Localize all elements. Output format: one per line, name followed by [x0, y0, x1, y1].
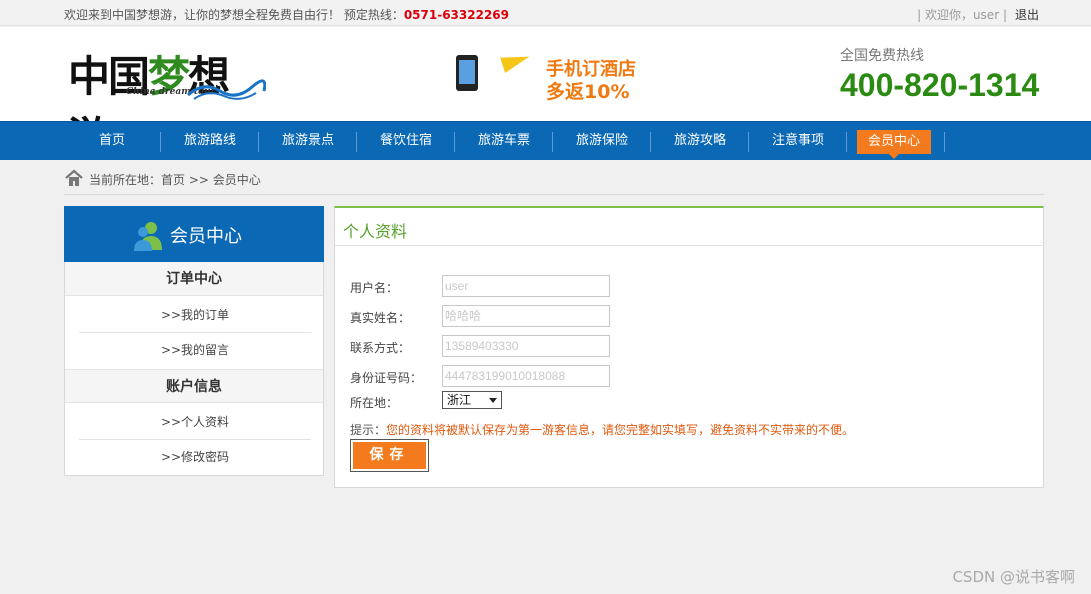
location-select[interactable]: 浙江	[442, 391, 502, 409]
mobile-hotel-promo[interactable]: 手机订酒店 多返10%	[444, 49, 654, 103]
profile-panel: 个人资料 用户名： user 真实姓名： 哈哈哈 联系方式： 135894033…	[334, 206, 1044, 488]
idnumber-label: 身份证号码：	[350, 371, 423, 385]
nav-item-home[interactable]: 首页	[63, 122, 161, 161]
username-label: 用户名：	[350, 281, 399, 295]
realname-label: 真实姓名：	[350, 311, 411, 325]
nav-item-notices[interactable]: 注意事项	[749, 122, 847, 161]
save-button[interactable]: 保存	[350, 439, 429, 472]
sidebar-item-my-orders[interactable]: >>我的订单	[79, 298, 311, 333]
home-icon	[65, 169, 83, 186]
sidebar-section-orders: 订单中心	[65, 262, 323, 296]
welcome-text: 欢迎来到中国梦想游，让你的梦想全程免费自由行！ 预定热线：0571-633222…	[64, 6, 509, 23]
booking-phone: 0571-63322269	[403, 8, 510, 22]
divider	[64, 194, 1044, 195]
tip-text: 您的资料将被默认保存为第一游客信息，请您完整如实填写，避免资料不实带来的不便。	[386, 423, 855, 437]
contact-input[interactable]: 13589403330	[442, 335, 610, 357]
hotline-number: 400-820-1314	[840, 67, 1040, 103]
nav-item-sights[interactable]: 旅游景点	[259, 122, 357, 161]
username-input[interactable]: user	[442, 275, 610, 297]
nav-item-routes[interactable]: 旅游路线	[161, 122, 259, 161]
paper-plane-icon	[500, 49, 532, 73]
top-bar: 欢迎来到中国梦想游，让你的梦想全程免费自由行！ 预定热线：0571-633222…	[0, 0, 1091, 26]
mobile-phone-icon	[456, 55, 478, 91]
tip-label: 提示：	[350, 423, 387, 437]
sidebar-item-my-messages[interactable]: >>我的留言	[79, 333, 311, 368]
promo-line-2: 多返10%	[546, 81, 630, 103]
location-value: 浙江	[447, 393, 472, 407]
nav-item-insurance[interactable]: 旅游保险	[553, 122, 651, 161]
member-sidebar: 会员中心 订单中心 >>我的订单 >>我的留言 账户信息 >>个人资料 >>修改…	[64, 206, 324, 476]
nav-item-member[interactable]: 会员中心	[847, 122, 945, 161]
nav-item-guides[interactable]: 旅游攻略	[651, 122, 749, 161]
form-tip: 提示：您的资料将被默认保存为第一游客信息，请您完整如实填写，避免资料不实带来的不…	[350, 421, 854, 438]
sidebar-item-profile[interactable]: >>个人资料	[79, 405, 311, 440]
location-label: 所在地：	[350, 396, 399, 410]
user-greeting: | 欢迎你，user |	[917, 8, 1007, 22]
realname-input[interactable]: 哈哈哈	[442, 305, 610, 327]
hotline-label: 全国免费热线	[840, 48, 924, 64]
user-area: | 欢迎你，user | 退出	[917, 6, 1039, 23]
contact-label: 联系方式：	[350, 341, 411, 355]
panel-title: 个人资料	[343, 222, 408, 241]
chevron-down-icon	[489, 398, 497, 403]
nav-item-dining[interactable]: 餐饮住宿	[357, 122, 455, 161]
site-logo[interactable]: 中国梦想游 China dream tour	[68, 43, 268, 162]
watermark: CSDN @说书客啊	[952, 568, 1075, 586]
wave-icon	[187, 79, 266, 100]
sidebar-title: 会员中心	[170, 226, 242, 247]
welcome-message: 欢迎来到中国梦想游，让你的梦想全程免费自由行！ 预定热线：	[64, 8, 404, 22]
sidebar-item-change-password[interactable]: >>修改密码	[79, 440, 311, 475]
users-icon	[134, 222, 162, 251]
sidebar-header: 会员中心	[64, 206, 324, 262]
breadcrumb-text: 当前所在地：首页 >> 会员中心	[89, 173, 261, 187]
idnumber-input[interactable]: 444783199010018088	[442, 365, 610, 387]
site-header: 中国梦想游 China dream tour 手机订酒店 多返10% 全国免费热…	[0, 27, 1091, 162]
divider	[335, 245, 1043, 246]
main-nav: 首页 旅游路线 旅游景点 餐饮住宿 旅游车票 旅游保险 旅游攻略 注意事项 会员…	[0, 121, 1091, 160]
sidebar-section-account: 账户信息	[65, 369, 323, 403]
logout-link[interactable]: 退出	[1015, 8, 1039, 22]
hotline-block: 全国免费热线 400-820-1314	[840, 45, 1039, 104]
nav-item-tickets[interactable]: 旅游车票	[455, 122, 553, 161]
